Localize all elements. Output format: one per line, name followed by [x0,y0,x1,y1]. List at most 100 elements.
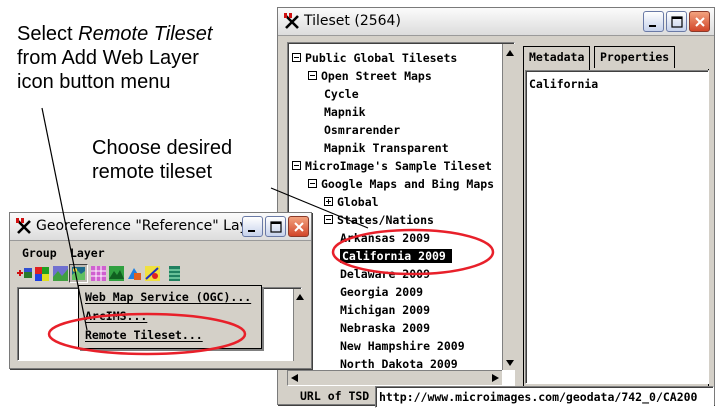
georeference-window: Georeference "Reference" Lay... Group La… [9,212,312,369]
menu-group[interactable]: Group [22,246,57,260]
tab-properties[interactable]: Properties [594,46,676,68]
web-layer-icon [72,267,85,280]
layer-toolbar [16,264,236,283]
tileset-titlebar[interactable]: Tileset (2564) [278,8,714,36]
expand-icon[interactable] [324,197,333,206]
scroll-right-icon[interactable] [488,371,502,385]
tree-item[interactable]: Delaware 2009 [340,265,430,283]
annotation-select-line3: icon button menu [17,71,171,93]
metadata-panel: California [523,69,709,387]
menu-item-arcims[interactable]: ArcIMS... [85,309,147,323]
minimize-button[interactable] [242,216,263,237]
tree-item-label: Arkansas 2009 [340,231,431,245]
tree-item-label: Michigan 2009 [340,303,431,317]
tree-item[interactable]: Mapnik [324,103,366,121]
metadata-text: California [529,77,599,91]
tree-item[interactable]: Georgia 2009 [340,283,423,301]
tree-item-label: North Dakota 2009 [340,357,458,371]
tree-item[interactable]: Osmrarender [324,121,400,139]
minimize-icon [248,230,255,232]
scroll-up-icon[interactable] [503,46,518,61]
maximize-button[interactable] [265,216,286,237]
tree-item-label: States/Nations [337,213,434,227]
url-label: URL of TSD [300,389,370,403]
annotation-select: Select Remote Tileset from Add Web Layer… [17,22,212,94]
menu-item-remote-tileset[interactable]: Remote Tileset... [85,328,203,342]
url-field[interactable]: http://www.microimages.com/geodata/742_0… [375,386,714,408]
tree-item[interactable]: States/Nations [324,211,434,229]
tree-item-label: Public Global Tilesets [305,51,458,65]
annotation-select-line2: from Add Web Layer [17,47,199,69]
menu-layer[interactable]: Layer [70,246,105,260]
grid-layer-icon[interactable] [90,265,107,282]
tab-metadata[interactable]: Metadata [523,46,591,70]
tree-item[interactable]: Open Street Maps [308,67,432,85]
tileset-title: Tileset (2564) [304,13,401,29]
annotation-choose: Choose desired remote tileset [92,136,232,184]
url-value: http://www.microimages.com/geodata/742_0… [379,390,698,404]
tree-item-label: Osmrarender [324,123,401,137]
tree-item[interactable]: Cycle [324,85,359,103]
tree-item-label-selected: California 2009 [340,249,452,263]
raster-layer-icon[interactable] [34,265,51,282]
annotation-choose-line1: Choose desired [92,137,233,159]
collapse-icon[interactable] [292,53,301,62]
terrain-layer-icon[interactable] [108,265,125,282]
collapse-icon[interactable] [292,161,301,170]
tree-item[interactable]: Google Maps and Bing Maps [308,175,494,193]
georeference-titlebar[interactable]: Georeference "Reference" Lay... [10,213,311,241]
close-button[interactable] [689,11,710,32]
tree-item-label: Georgia 2009 [340,285,424,299]
layer-list-scrollbar[interactable] [293,289,307,361]
maximize-button[interactable] [666,11,687,32]
microimages-x-icon [284,13,299,29]
tree-item[interactable]: California 2009 [340,247,452,265]
tree-item-label: Nebraska 2009 [340,321,431,335]
annotation-select-prefix: Select [17,23,79,45]
tree-vertical-scrollbar[interactable] [502,44,518,370]
minimize-button[interactable] [643,11,664,32]
metadata-text-area[interactable]: California [525,70,709,384]
close-icon [695,17,705,27]
tree-item[interactable]: New Hampshire 2009 [340,337,465,355]
tree-item-label: Open Street Maps [321,69,432,83]
tree-item[interactable]: Arkansas 2009 [340,229,430,247]
database-layer-icon[interactable] [166,265,183,282]
tree-item[interactable]: Global [324,193,379,211]
tree-item-label: Mapnik [324,105,366,119]
tree-item-label: Mapnik Transparent [324,141,449,155]
menu-item-web-map-service[interactable]: Web Map Service (OGC)... [85,290,251,304]
tree-item[interactable]: Nebraska 2009 [340,319,430,337]
tree-item[interactable]: MicroImage's Sample Tileset [292,157,492,175]
georeference-title: Georeference "Reference" Lay... [36,218,260,234]
add-layer-icon[interactable] [16,265,33,282]
scroll-up-icon[interactable] [294,291,307,304]
tree-item[interactable]: Public Global Tilesets [292,49,457,67]
microimages-x-icon [16,218,31,234]
tree-item-label: Delaware 2009 [340,267,431,281]
add-web-layer-button[interactable] [69,264,88,283]
add-web-layer-menu: Web Map Service (OGC)... ArcIMS... Remot… [78,285,262,349]
annotation-select-italic: Remote Tileset [78,23,213,45]
tree-item-label: New Hampshire 2009 [340,339,465,353]
collapse-icon[interactable] [308,71,317,80]
annotation-choose-line2: remote tileset [92,161,213,183]
close-button[interactable] [288,216,309,237]
tree-item-label: MicroImage's Sample Tileset [305,159,492,173]
collapse-icon[interactable] [308,179,317,188]
tree-item-label: Global [337,195,379,209]
tree-item-label: Google Maps and Bing Maps [321,177,495,191]
tree-item[interactable]: Michigan 2009 [340,301,430,319]
close-icon [294,222,304,232]
scroll-left-icon[interactable] [288,371,302,385]
tileset-tree[interactable]: Public Global Tilesets Open Street Maps Cy… [287,42,515,386]
tileset-window: Tileset (2564) Public Global Tilesets Ope… [277,7,715,408]
tree-horizontal-scrollbar[interactable] [288,370,502,385]
collapse-icon[interactable] [324,215,333,224]
image-layer-icon[interactable] [52,265,69,282]
shape-layer-icon[interactable] [126,265,143,282]
tree-item[interactable]: Mapnik Transparent [324,139,449,157]
cad-layer-icon[interactable] [144,265,161,282]
scroll-down-icon[interactable] [503,355,518,370]
tree-item-label: Cycle [324,87,359,101]
